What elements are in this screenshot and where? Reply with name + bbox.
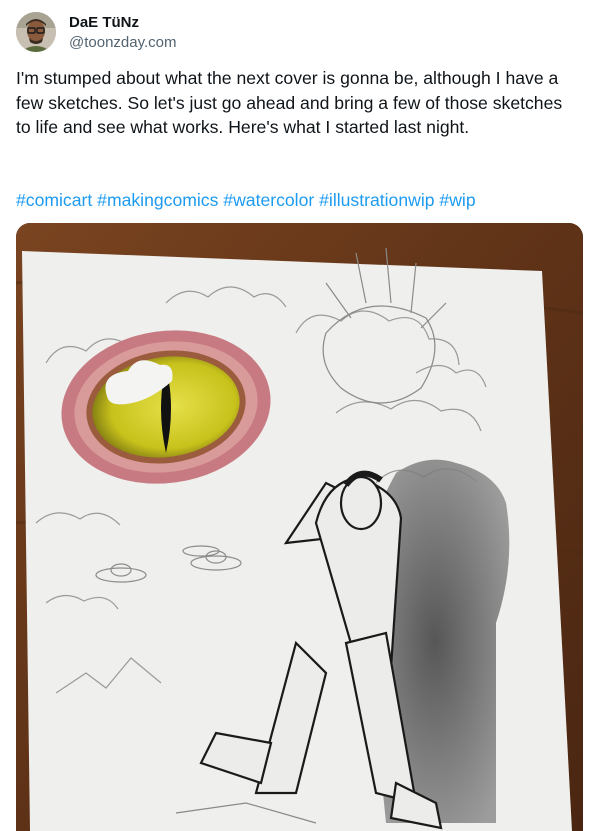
comic-sketch-image xyxy=(16,223,583,831)
post-header: DaE TüNz @toonzday.com xyxy=(16,12,177,52)
hashtag-link[interactable]: #wip xyxy=(439,190,475,210)
avatar-icon xyxy=(16,12,56,52)
post-text: I'm stumped about what the next cover is… xyxy=(16,68,568,137)
display-name[interactable]: DaE TüNz xyxy=(69,13,177,32)
post-image[interactable] xyxy=(16,223,583,831)
hashtag-list: #comicart #makingcomics #watercolor #ill… xyxy=(16,188,476,212)
author-handle[interactable]: @toonzday.com xyxy=(69,33,177,52)
author-info: DaE TüNz @toonzday.com xyxy=(69,13,177,52)
hashtag-link[interactable]: #illustrationwip xyxy=(319,190,434,210)
hashtag-link[interactable]: #watercolor xyxy=(223,190,314,210)
hashtag-link[interactable]: #comicart xyxy=(16,190,92,210)
avatar[interactable] xyxy=(16,12,56,52)
hashtag-link[interactable]: #makingcomics xyxy=(97,190,218,210)
